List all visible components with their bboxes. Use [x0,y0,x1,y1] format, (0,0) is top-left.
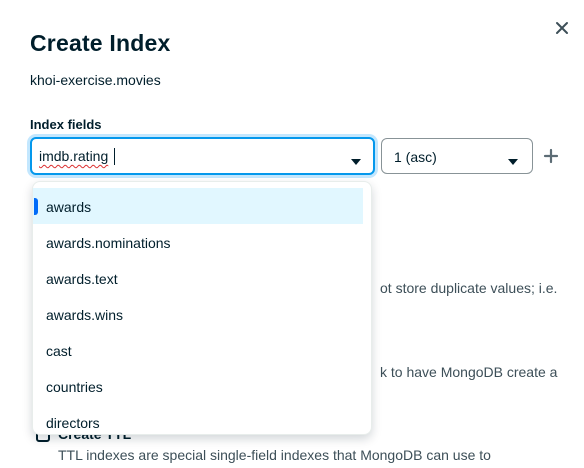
dropdown-option-awards[interactable]: awards [33,188,363,224]
chevron-down-icon[interactable] [351,153,361,171]
field-name-input-value: imdb.rating [39,148,109,164]
dropdown-option-cast[interactable]: cast [33,332,371,368]
option-label: awards [46,199,92,215]
option-label: awards.nominations [46,235,171,251]
close-button[interactable] [552,18,572,38]
dropdown-option-awards-text[interactable]: awards.text [33,260,371,296]
option-label: awards.text [46,271,118,287]
dropdown-option-countries[interactable]: countries [33,368,371,404]
dropdown-option-directors[interactable]: directors [33,404,371,434]
plus-icon [543,148,559,164]
index-type-select[interactable]: 1 (asc) [381,138,533,174]
option-label: countries [46,379,103,395]
index-fields-label: Index fields [30,117,102,132]
index-type-value: 1 (asc) [394,149,437,165]
modal-title: Create Index [30,30,171,56]
option-label: cast [46,343,72,359]
create-index-modal: Create Index khoi-exercise.movies Index … [0,0,584,468]
add-field-button[interactable] [543,148,559,164]
option-label: awards.wins [46,307,124,323]
unique-index-description: ot store duplicate values; i.e. [380,280,558,296]
wildcard-index-description: k to have MongoDB create a [380,364,558,380]
field-name-combobox[interactable]: imdb.rating [30,137,375,175]
chevron-down-icon [508,153,518,171]
dropdown-option-awards-wins[interactable]: awards.wins [33,296,371,332]
close-icon [556,22,568,34]
namespace-label: khoi-exercise.movies [30,72,161,88]
field-options-dropdown: awards awards.nominations awards.text aw… [32,181,372,435]
text-cursor [114,148,115,165]
ttl-description: TTL indexes are special single-field ind… [58,447,491,463]
active-indicator [34,198,38,215]
dropdown-option-awards-nominations[interactable]: awards.nominations [33,224,371,260]
option-label: directors [46,415,100,431]
